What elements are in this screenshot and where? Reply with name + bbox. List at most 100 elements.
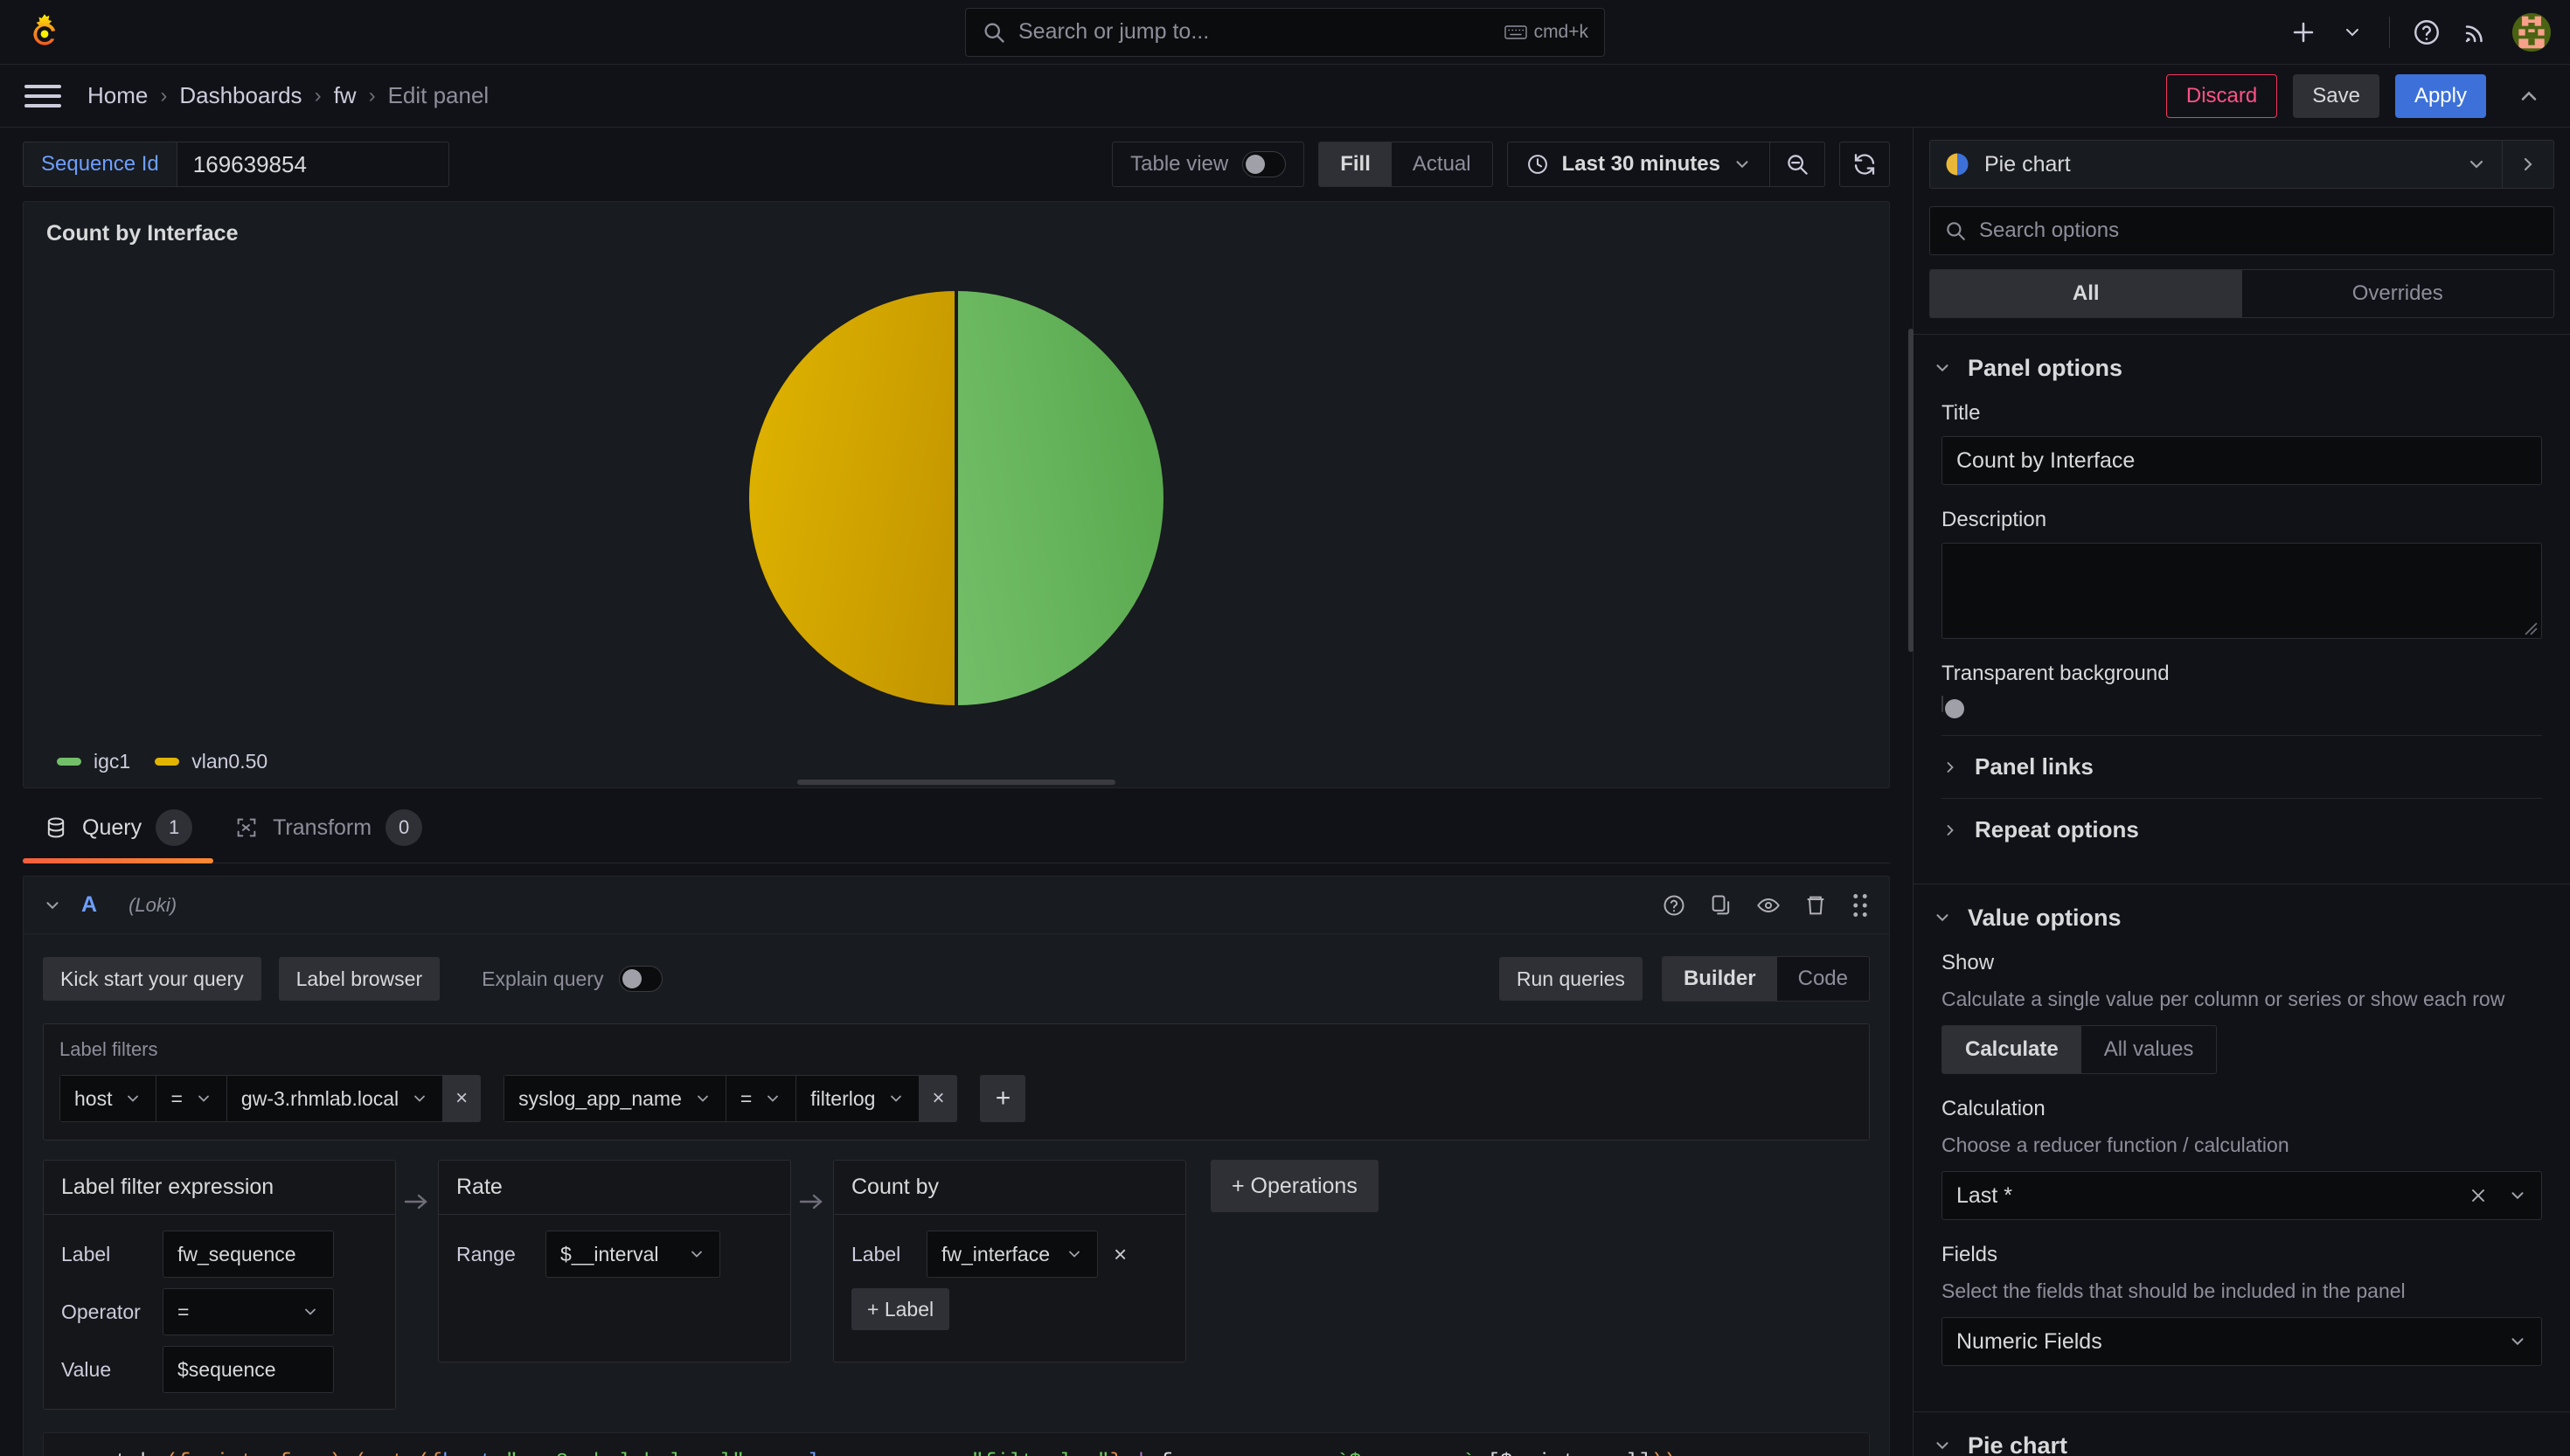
remove-filter-button[interactable]: × (442, 1075, 482, 1122)
label-browser-button[interactable]: Label browser (278, 957, 441, 1001)
drag-handle-icon[interactable] (1851, 893, 1870, 918)
run-queries-button[interactable]: Run queries (1498, 957, 1643, 1001)
refresh-button[interactable] (1839, 142, 1890, 187)
builder-mode-option[interactable]: Builder (1662, 957, 1777, 1001)
user-avatar[interactable] (2512, 13, 2551, 52)
label-filters-caption: Label filters (59, 1038, 158, 1060)
transparent-background-switch[interactable] (1941, 696, 1943, 712)
operation-fields: Label fw_interface × + Label (834, 1215, 1185, 1346)
options-pane-scrollbar[interactable] (1908, 329, 1914, 652)
dashboard-variable-sequence-id: Sequence Id 169639854 (23, 142, 449, 187)
visualization-picker[interactable]: Pie chart (1929, 140, 2554, 189)
filter-operator-select[interactable]: = (725, 1075, 796, 1122)
filter-operator-value: = (740, 1086, 753, 1110)
resize-grip-icon[interactable] (2522, 620, 2538, 635)
discard-button[interactable]: Discard (2165, 73, 2278, 118)
explain-query-switch[interactable] (619, 966, 663, 992)
chevron-right-icon[interactable] (2503, 154, 2553, 175)
subsection-repeat-options[interactable]: Repeat options (1941, 798, 2542, 861)
field-select[interactable]: fw_interface (927, 1231, 1098, 1278)
kick-start-query-button[interactable]: Kick start your query (43, 957, 261, 1001)
calculation-select[interactable]: Last * (1941, 1171, 2542, 1221)
add-operations-button[interactable]: + Operations (1211, 1160, 1379, 1212)
trash-icon[interactable] (1803, 893, 1828, 918)
global-search-bar[interactable]: Search or jump to... cmd+k (965, 7, 1605, 57)
tab-overrides[interactable]: Overrides (2242, 270, 2554, 317)
legend-item-igc1[interactable]: igc1 (57, 750, 130, 773)
rss-news-icon[interactable] (2451, 8, 2500, 57)
filter-operator-value: = (170, 1086, 183, 1110)
breadcrumb-item-fw[interactable]: fw (334, 82, 357, 109)
breadcrumb-item-home[interactable]: Home (87, 82, 148, 109)
remove-filter-button[interactable]: × (919, 1075, 958, 1122)
create-new-chevron-down-icon[interactable] (2328, 8, 2377, 57)
panel-title-input[interactable]: Count by Interface (1941, 436, 2542, 485)
add-count-by-label-button[interactable]: + Label (851, 1288, 950, 1330)
explain-query-toggle[interactable]: Explain query (482, 966, 663, 992)
zoom-out-icon[interactable] (1770, 142, 1824, 186)
field-description: Choose a reducer function / calculation (1941, 1134, 2289, 1157)
pie-chart[interactable] (24, 246, 1889, 750)
chevron-down-icon[interactable] (43, 896, 73, 915)
remove-count-by-label-button[interactable]: × (1114, 1241, 1127, 1268)
panel-horizontal-scrollbar[interactable] (24, 780, 1889, 785)
field-select[interactable]: $__interval (545, 1231, 720, 1278)
create-new-button[interactable] (2279, 8, 2328, 57)
help-circle-icon[interactable] (1662, 893, 1686, 918)
hamburger-menu-icon[interactable] (24, 78, 61, 114)
copy-icon[interactable] (1709, 893, 1733, 918)
save-button[interactable]: Save (2293, 73, 2379, 118)
tab-transform[interactable]: Transform 0 (213, 793, 443, 863)
grafana-logo-icon[interactable] (24, 12, 65, 52)
help-circle-icon[interactable] (2402, 8, 2451, 57)
chevron-down-icon[interactable] (2508, 1186, 2527, 1205)
section-value-options-header[interactable]: Value options (1933, 884, 2551, 951)
close-icon[interactable] (2468, 1185, 2489, 1206)
time-range-button[interactable]: Last 30 minutes (1508, 142, 1769, 186)
panel-description-textarea[interactable] (1941, 543, 2542, 639)
section-pie-chart-header[interactable]: Pie chart (1933, 1412, 2551, 1456)
field-select[interactable]: = (163, 1288, 334, 1335)
filter-operator-select[interactable]: = (156, 1075, 226, 1122)
show-calculate-option[interactable]: Calculate (1942, 1026, 2081, 1074)
chevron-up-icon[interactable] (2507, 74, 2551, 118)
field-key: Value (61, 1357, 112, 1381)
tab-all[interactable]: All (1930, 270, 2242, 317)
pie-slice-igc1[interactable] (956, 291, 1163, 705)
legend-item-vlan050[interactable]: vlan0.50 (155, 750, 267, 773)
filter-key-select[interactable]: host (59, 1075, 156, 1122)
chevron-down-icon[interactable] (2508, 1332, 2527, 1351)
tab-query[interactable]: Query 1 (23, 793, 214, 863)
variable-value-input[interactable]: 169639854 (176, 142, 449, 187)
breadcrumb-item-dashboards[interactable]: Dashboards (179, 82, 302, 109)
table-view-toggle[interactable]: Table view (1112, 142, 1305, 187)
apply-button[interactable]: Apply (2394, 73, 2486, 118)
fields-select[interactable]: Numeric Fields (1941, 1317, 2542, 1367)
table-view-switch[interactable] (1242, 151, 1287, 177)
query-run-and-mode: Run queries Builder Code (1498, 956, 1870, 1002)
actual-option[interactable]: Actual (1392, 142, 1492, 186)
pie-slice-vlan050[interactable] (749, 291, 956, 705)
field-input[interactable]: fw_sequence (163, 1231, 334, 1278)
subsection-panel-links[interactable]: Panel links (1941, 735, 2542, 798)
field-calculation: Calculation Choose a reducer function / … (1941, 1097, 2542, 1221)
section-title: Pie chart (1968, 1432, 2068, 1456)
label-filters-box: Label filters host = gw-3.rhmlab.local ×… (43, 1023, 1870, 1141)
query-expression-preview[interactable]: count by(fw_interface) (rate({host="gw-3… (43, 1432, 1870, 1456)
operation-title: Rate (439, 1161, 790, 1215)
show-all-values-option[interactable]: All values (2081, 1026, 2217, 1073)
field-input[interactable]: $sequence (163, 1346, 334, 1393)
chevron-down-icon[interactable] (2451, 154, 2502, 175)
add-label-filter-button[interactable]: + (980, 1075, 1026, 1122)
fill-option[interactable]: Fill (1319, 142, 1392, 186)
filter-value-select[interactable]: gw-3.rhmlab.local (226, 1075, 443, 1122)
search-options-input[interactable]: Search options (1929, 206, 2554, 255)
code-mode-option[interactable]: Code (1777, 957, 1869, 1001)
query-ref-id[interactable]: A (81, 892, 97, 918)
panel-toolbar: Sequence Id 169639854 Table view Fill Ac… (0, 128, 1913, 201)
section-panel-options-header[interactable]: Panel options (1933, 335, 2551, 401)
eye-icon[interactable] (1756, 893, 1781, 918)
filter-value-select[interactable]: filterlog (795, 1075, 920, 1122)
visualization-current[interactable]: Pie chart (1930, 151, 2451, 177)
filter-key-select[interactable]: syslog_app_name (504, 1075, 726, 1122)
